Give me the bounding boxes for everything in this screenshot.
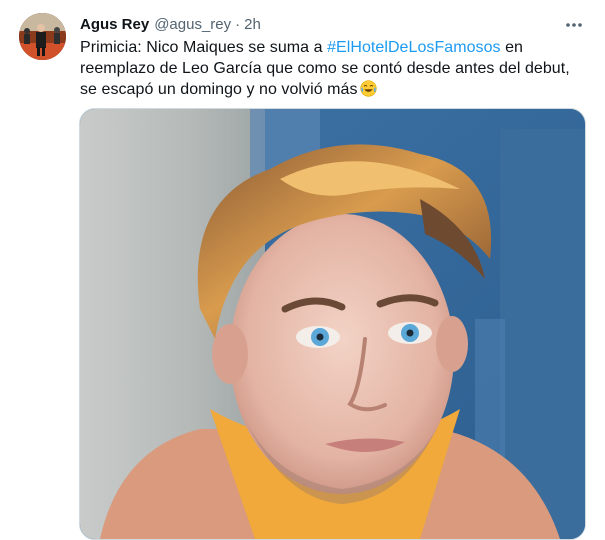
tweet-timestamp[interactable]: 2h [244, 16, 261, 33]
tweet-photo[interactable] [79, 108, 586, 540]
author-name[interactable]: Agus Rey [80, 16, 149, 33]
face-with-tears-of-joy-icon [359, 80, 377, 103]
more-options-button[interactable] [563, 14, 585, 34]
more-horizontal-icon [565, 15, 583, 33]
tweet-header: Agus Rey @agus_rey · 2h [80, 14, 261, 34]
author-handle[interactable]: @agus_rey [154, 16, 231, 33]
avatar[interactable] [19, 13, 66, 60]
tweet-text-start: Primicia: Nico Maiques se suma a [80, 39, 328, 56]
tweet-text: Primicia: Nico Maiques se suma a #ElHote… [80, 37, 590, 103]
tweet[interactable]: Agus Rey @agus_rey · 2h Primicia: Nico M… [0, 0, 605, 540]
separator-dot: · [235, 15, 241, 33]
hashtag-link[interactable]: #ElHotelDeLosFamosos [327, 39, 501, 56]
